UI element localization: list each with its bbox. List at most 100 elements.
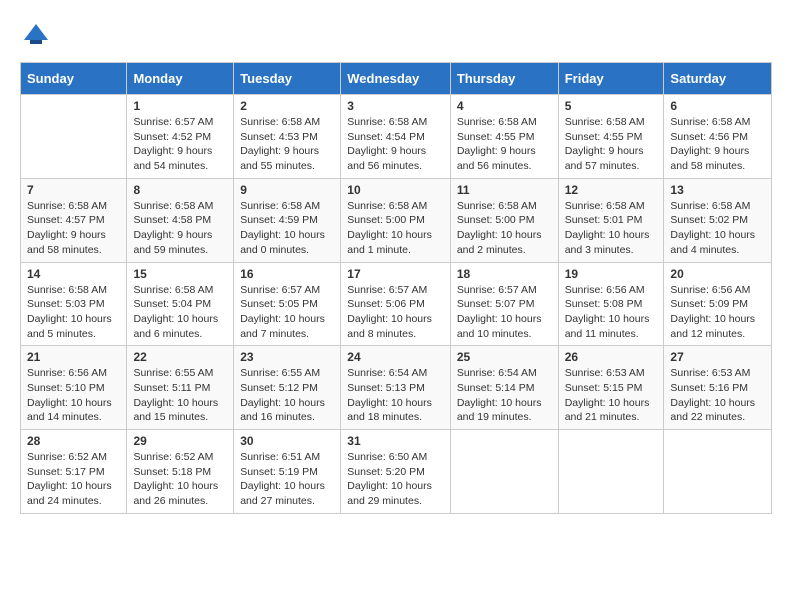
week-row-4: 21 Sunrise: 6:56 AM Sunset: 5:10 PM Dayli… (21, 346, 772, 430)
calendar-cell: 24Sunrise: 6:54 AM Sunset: 5:13 PM Dayli… (341, 346, 451, 430)
calendar-cell (664, 430, 772, 514)
logo-icon (20, 20, 52, 52)
calendar-cell: 18 Sunrise: 6:57 AM Sunset: 5:07 PM Dayli… (450, 262, 558, 346)
day-number: 4 (457, 99, 552, 113)
calendar-cell: 19Sunrise: 6:56 AM Sunset: 5:08 PM Dayli… (558, 262, 664, 346)
day-info: Sunrise: 6:58 AM Sunset: 4:56 PM Dayligh… (670, 115, 765, 174)
day-number: 3 (347, 99, 444, 113)
calendar-cell: 3 Sunrise: 6:58 AM Sunset: 4:54 PM Daylig… (341, 95, 451, 179)
calendar-cell: 14 Sunrise: 6:58 AM Sunset: 5:03 PM Dayli… (21, 262, 127, 346)
day-number: 17 (347, 267, 444, 281)
day-info: Sunrise: 6:53 AM Sunset: 5:15 PM Dayligh… (565, 366, 658, 425)
day-info: Sunrise: 6:58 AM Sunset: 5:02 PM Dayligh… (670, 199, 765, 258)
day-header-friday: Friday (558, 63, 664, 95)
day-info: Sunrise: 6:51 AM Sunset: 5:19 PM Dayligh… (240, 450, 334, 509)
calendar-cell: 31Sunrise: 6:50 AM Sunset: 5:20 PM Dayli… (341, 430, 451, 514)
day-number: 25 (457, 350, 552, 364)
calendar-cell: 20 Sunrise: 6:56 AM Sunset: 5:09 PM Dayli… (664, 262, 772, 346)
calendar-cell: 27 Sunrise: 6:53 AM Sunset: 5:16 PM Dayli… (664, 346, 772, 430)
day-number: 9 (240, 183, 334, 197)
calendar-cell: 1 Sunrise: 6:57 AM Sunset: 4:52 PM Daylig… (127, 95, 234, 179)
logo (20, 20, 56, 52)
day-number: 7 (27, 183, 120, 197)
day-number: 27 (670, 350, 765, 364)
day-info: Sunrise: 6:58 AM Sunset: 4:54 PM Dayligh… (347, 115, 444, 174)
calendar-cell: 23 Sunrise: 6:55 AM Sunset: 5:12 PM Dayli… (234, 346, 341, 430)
calendar-cell: 28Sunrise: 6:52 AM Sunset: 5:17 PM Dayli… (21, 430, 127, 514)
day-number: 10 (347, 183, 444, 197)
day-info: Sunrise: 6:57 AM Sunset: 5:06 PM Dayligh… (347, 283, 444, 342)
calendar-cell (450, 430, 558, 514)
day-info: Sunrise: 6:58 AM Sunset: 5:01 PM Dayligh… (565, 199, 658, 258)
day-info: Sunrise: 6:57 AM Sunset: 4:52 PM Dayligh… (133, 115, 227, 174)
day-info: Sunrise: 6:53 AM Sunset: 5:16 PM Dayligh… (670, 366, 765, 425)
day-number: 5 (565, 99, 658, 113)
day-number: 19 (565, 267, 658, 281)
calendar-cell: 25Sunrise: 6:54 AM Sunset: 5:14 PM Dayli… (450, 346, 558, 430)
day-info: Sunrise: 6:58 AM Sunset: 4:55 PM Dayligh… (565, 115, 658, 174)
day-number: 21 (27, 350, 120, 364)
day-info: Sunrise: 6:58 AM Sunset: 4:55 PM Dayligh… (457, 115, 552, 174)
day-info: Sunrise: 6:57 AM Sunset: 5:05 PM Dayligh… (240, 283, 334, 342)
day-info: Sunrise: 6:58 AM Sunset: 4:57 PM Dayligh… (27, 199, 120, 258)
week-row-1: 1 Sunrise: 6:57 AM Sunset: 4:52 PM Daylig… (21, 95, 772, 179)
day-number: 15 (133, 267, 227, 281)
day-info: Sunrise: 6:58 AM Sunset: 5:03 PM Dayligh… (27, 283, 120, 342)
day-number: 20 (670, 267, 765, 281)
day-info: Sunrise: 6:57 AM Sunset: 5:07 PM Dayligh… (457, 283, 552, 342)
day-number: 8 (133, 183, 227, 197)
day-info: Sunrise: 6:56 AM Sunset: 5:10 PM Dayligh… (27, 366, 120, 425)
day-info: Sunrise: 6:54 AM Sunset: 5:13 PM Dayligh… (347, 366, 444, 425)
day-number: 30 (240, 434, 334, 448)
day-info: Sunrise: 6:58 AM Sunset: 5:04 PM Dayligh… (133, 283, 227, 342)
day-number: 1 (133, 99, 227, 113)
days-header-row: SundayMondayTuesdayWednesdayThursdayFrid… (21, 63, 772, 95)
calendar-cell (558, 430, 664, 514)
header (20, 20, 772, 52)
day-info: Sunrise: 6:58 AM Sunset: 5:00 PM Dayligh… (347, 199, 444, 258)
calendar-cell: 9Sunrise: 6:58 AM Sunset: 4:59 PM Daylig… (234, 178, 341, 262)
calendar-cell: 30 Sunrise: 6:51 AM Sunset: 5:19 PM Dayli… (234, 430, 341, 514)
calendar-cell: 5 Sunrise: 6:58 AM Sunset: 4:55 PM Daylig… (558, 95, 664, 179)
day-number: 23 (240, 350, 334, 364)
week-row-3: 14 Sunrise: 6:58 AM Sunset: 5:03 PM Dayli… (21, 262, 772, 346)
calendar-cell: 22Sunrise: 6:55 AM Sunset: 5:11 PM Dayli… (127, 346, 234, 430)
calendar-cell: 6 Sunrise: 6:58 AM Sunset: 4:56 PM Daylig… (664, 95, 772, 179)
calendar-cell: 21 Sunrise: 6:56 AM Sunset: 5:10 PM Dayli… (21, 346, 127, 430)
day-header-sunday: Sunday (21, 63, 127, 95)
day-info: Sunrise: 6:50 AM Sunset: 5:20 PM Dayligh… (347, 450, 444, 509)
day-number: 14 (27, 267, 120, 281)
day-info: Sunrise: 6:58 AM Sunset: 4:58 PM Dayligh… (133, 199, 227, 258)
day-info: Sunrise: 6:52 AM Sunset: 5:18 PM Dayligh… (133, 450, 227, 509)
day-number: 11 (457, 183, 552, 197)
calendar-table: SundayMondayTuesdayWednesdayThursdayFrid… (20, 62, 772, 514)
day-info: Sunrise: 6:58 AM Sunset: 4:53 PM Dayligh… (240, 115, 334, 174)
calendar-cell: 16 Sunrise: 6:57 AM Sunset: 5:05 PM Dayli… (234, 262, 341, 346)
day-header-saturday: Saturday (664, 63, 772, 95)
day-number: 12 (565, 183, 658, 197)
day-number: 16 (240, 267, 334, 281)
calendar-cell: 26 Sunrise: 6:53 AM Sunset: 5:15 PM Dayli… (558, 346, 664, 430)
calendar-cell: 11 Sunrise: 6:58 AM Sunset: 5:00 PM Dayli… (450, 178, 558, 262)
day-number: 18 (457, 267, 552, 281)
day-number: 13 (670, 183, 765, 197)
day-info: Sunrise: 6:55 AM Sunset: 5:12 PM Dayligh… (240, 366, 334, 425)
calendar-cell: 29 Sunrise: 6:52 AM Sunset: 5:18 PM Dayli… (127, 430, 234, 514)
day-info: Sunrise: 6:58 AM Sunset: 5:00 PM Dayligh… (457, 199, 552, 258)
calendar-cell: 15 Sunrise: 6:58 AM Sunset: 5:04 PM Dayli… (127, 262, 234, 346)
day-number: 29 (133, 434, 227, 448)
calendar-cell: 4 Sunrise: 6:58 AM Sunset: 4:55 PM Daylig… (450, 95, 558, 179)
day-info: Sunrise: 6:52 AM Sunset: 5:17 PM Dayligh… (27, 450, 120, 509)
calendar-cell: 10 Sunrise: 6:58 AM Sunset: 5:00 PM Dayli… (341, 178, 451, 262)
day-number: 6 (670, 99, 765, 113)
calendar-cell: 13 Sunrise: 6:58 AM Sunset: 5:02 PM Dayli… (664, 178, 772, 262)
day-info: Sunrise: 6:56 AM Sunset: 5:09 PM Dayligh… (670, 283, 765, 342)
day-number: 26 (565, 350, 658, 364)
calendar-cell: 17 Sunrise: 6:57 AM Sunset: 5:06 PM Dayli… (341, 262, 451, 346)
day-header-tuesday: Tuesday (234, 63, 341, 95)
calendar-cell: 12 Sunrise: 6:58 AM Sunset: 5:01 PM Dayli… (558, 178, 664, 262)
day-header-wednesday: Wednesday (341, 63, 451, 95)
calendar-cell: 7 Sunrise: 6:58 AM Sunset: 4:57 PM Daylig… (21, 178, 127, 262)
day-header-thursday: Thursday (450, 63, 558, 95)
calendar-cell: 2Sunrise: 6:58 AM Sunset: 4:53 PM Daylig… (234, 95, 341, 179)
